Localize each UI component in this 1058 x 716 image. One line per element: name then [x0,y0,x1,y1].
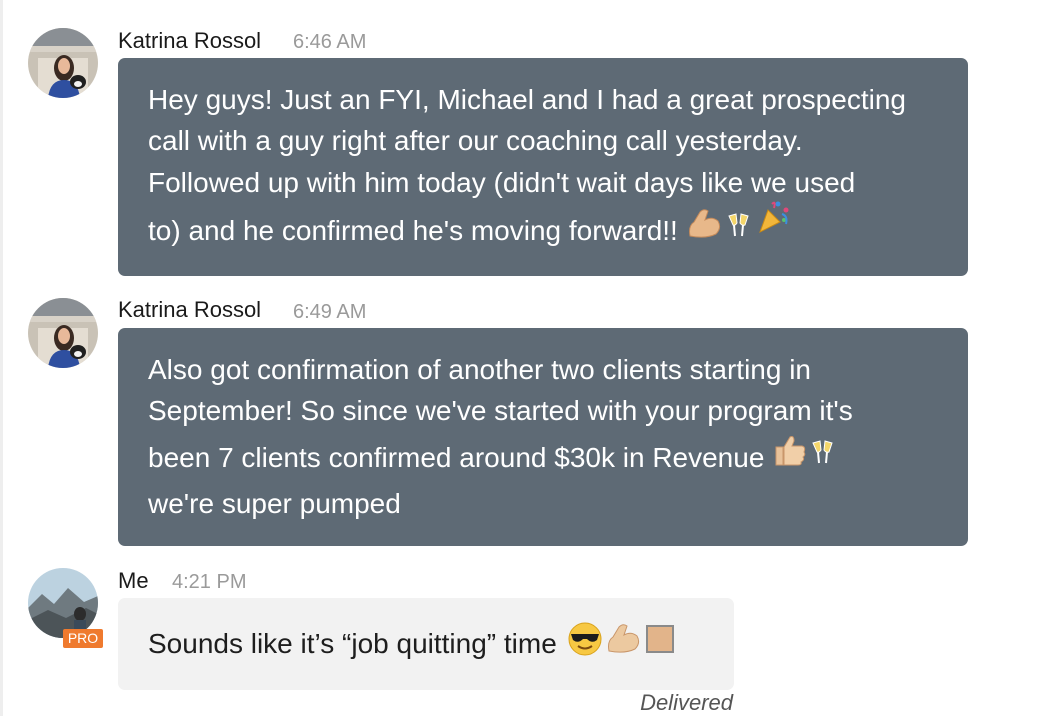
message-timestamp: 6:46 AM [293,31,367,53]
message-timestamp: 4:21 PM [172,571,247,593]
message-line-text: been 7 clients confirmed around $30k in … [148,442,765,473]
message-line: September! So since we've started with y… [148,395,853,426]
pro-badge: PRO [63,629,103,648]
avatar-me[interactable] [28,568,98,638]
clinking-glasses-emoji [810,432,836,484]
sunglasses-face-emoji [567,621,603,668]
message-line-with-emojis: been 7 clients confirmed around $30k in … [148,432,938,484]
message-line: call with a guy right after our coaching… [148,125,803,156]
message-bubble[interactable]: Also got confirmation of another two cli… [118,328,968,546]
sidebar-edge [0,0,3,716]
avatar-katrina[interactable] [28,298,98,368]
message-line: Hey guys! Just an FYI, Michael and I had… [148,84,906,115]
message-line: we're super pumped [148,488,401,519]
message-line: Followed up with him today (didn't wait … [148,167,856,198]
message-line-with-emojis: Sounds like it’s “job quitting” time [148,621,675,668]
skin-tone-swatch-emoji [645,624,675,665]
flexed-biceps-emoji [686,205,724,257]
message-bubble[interactable]: Hey guys! Just an FYI, Michael and I had… [118,58,968,276]
thumbs-up-emoji [772,432,808,484]
sender-name: Me [118,568,149,593]
message-line-text: Sounds like it’s “job quitting” time [148,628,557,659]
sender-name: Katrina Rossol [118,297,262,322]
message-bubble[interactable]: Sounds like it’s “job quitting” time [118,598,734,690]
message-line-text: to) and he confirmed he's moving forward… [148,214,678,246]
avatar-katrina[interactable] [28,28,98,98]
message-timestamp: 6:49 AM [293,301,367,323]
sender-name: Katrina Rossol [118,28,262,53]
flexed-biceps-emoji [605,623,643,666]
party-popper-emoji [756,198,792,251]
message-line: Also got confirmation of another two cli… [148,354,812,385]
delivery-status: Delivered [640,690,733,715]
message-line-with-emojis: to) and he confirmed he's moving forward… [148,201,938,257]
clinking-glasses-emoji [726,205,752,257]
